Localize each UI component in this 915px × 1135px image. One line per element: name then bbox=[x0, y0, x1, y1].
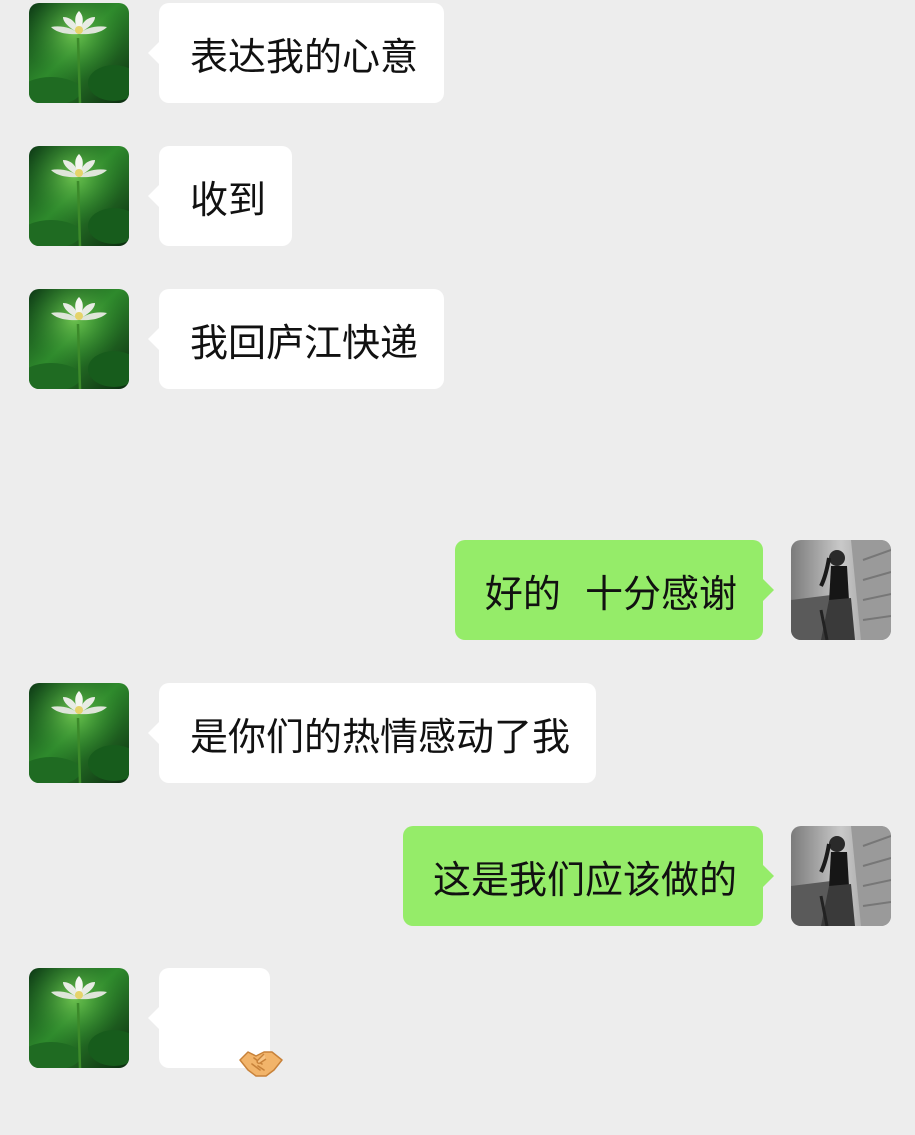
contact-avatar[interactable] bbox=[29, 683, 129, 783]
message-text: 这是我们应该做的 bbox=[432, 857, 737, 902]
woman-photo-avatar-icon bbox=[791, 540, 891, 640]
message-text: 我回庐江快递 bbox=[190, 320, 419, 365]
contact-avatar[interactable] bbox=[29, 968, 129, 1068]
message-bubble-incoming[interactable]: 收到 bbox=[147, 146, 293, 246]
self-avatar[interactable] bbox=[791, 826, 891, 926]
contact-avatar[interactable] bbox=[29, 3, 129, 103]
message-bubble-incoming[interactable]: 表达我的心意 bbox=[147, 3, 445, 103]
lotus-avatar-icon bbox=[29, 146, 129, 246]
message-bubble-incoming[interactable]: 我回庐江快递 bbox=[147, 289, 445, 389]
lotus-avatar-icon bbox=[29, 968, 129, 1068]
lotus-avatar-icon bbox=[29, 683, 129, 783]
message-text: 表达我的心意 bbox=[190, 34, 419, 79]
lotus-avatar-icon bbox=[29, 3, 129, 103]
message-bubble-outgoing[interactable]: 好的 十分感谢 bbox=[454, 540, 775, 640]
handshake-emoji-icon bbox=[190, 998, 284, 1077]
message-bubble-incoming[interactable] bbox=[148, 968, 284, 1077]
message-text: 收到 bbox=[190, 177, 267, 222]
lotus-avatar-icon bbox=[29, 289, 129, 389]
contact-avatar[interactable] bbox=[29, 146, 129, 246]
self-avatar[interactable] bbox=[791, 540, 891, 640]
message-text: 好的 十分感谢 bbox=[484, 571, 737, 616]
message-text: 是你们的热情感动了我 bbox=[190, 714, 571, 759]
message-bubble-incoming[interactable]: 是你们的热情感动了我 bbox=[147, 683, 597, 783]
message-bubble-outgoing[interactable]: 这是我们应该做的 bbox=[402, 826, 775, 926]
woman-photo-avatar-icon bbox=[791, 826, 891, 926]
contact-avatar[interactable] bbox=[29, 289, 129, 389]
